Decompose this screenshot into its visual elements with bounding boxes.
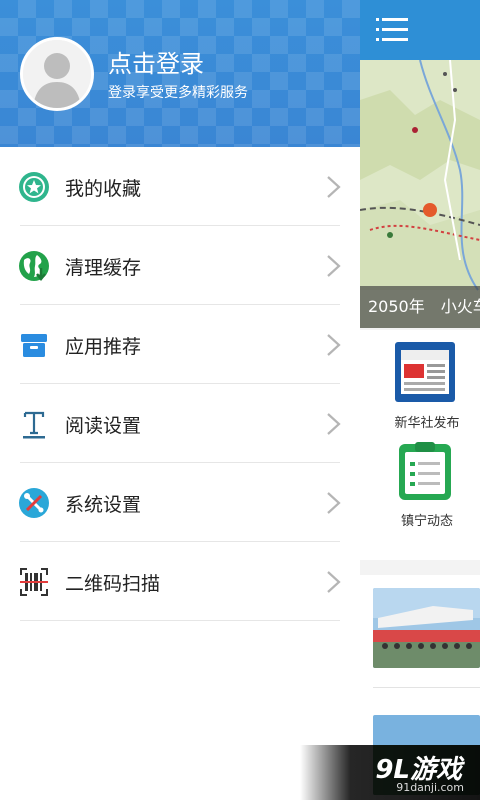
menu-item-label: 二维码扫描: [65, 573, 161, 595]
hamburger-menu-icon[interactable]: [376, 16, 410, 44]
chevron-right-icon: [323, 490, 345, 516]
shortcut-zhenning[interactable]: 镇宁动态: [388, 440, 478, 529]
tools-settings-icon: [18, 487, 50, 519]
menu-item-qr-scan[interactable]: 二维码扫描: [0, 542, 360, 621]
menu-item-reading-settings[interactable]: 阅读设置: [0, 384, 360, 463]
chevron-right-icon: [323, 411, 345, 437]
menu-item-label: 清理缓存: [65, 257, 142, 279]
shortcut-xinhua-label: 新华社发布: [394, 416, 460, 431]
watermark: 9L游戏 91danji.com: [300, 745, 480, 800]
login-title[interactable]: 点击登录: [108, 44, 204, 79]
menu-item-label: 阅读设置: [65, 415, 142, 437]
menu-item-clear-cache[interactable]: 清理缓存: [0, 226, 360, 305]
chevron-right-icon: [323, 174, 345, 200]
shortcut-grid: 新华社发布 镇宁动态: [360, 330, 480, 560]
qr-code-scan-icon: [18, 566, 50, 598]
menu-divider: [20, 620, 340, 621]
menu-item-system-settings[interactable]: 系统设置: [0, 463, 360, 542]
drawer-menu: 我的收藏 清理缓存 应用推荐 阅读设置 系统设置 二维码扫描: [0, 147, 360, 621]
navigation-drawer: 点击登录 登录享受更多精彩服务 我的收藏 清理缓存 应用推荐 阅读设置 系统设置…: [0, 0, 360, 800]
chevron-right-icon: [323, 569, 345, 595]
menu-item-label: 应用推荐: [65, 336, 142, 358]
news-divider: [373, 687, 480, 688]
news-thumbnail[interactable]: [373, 588, 480, 668]
clipboard-icon: [395, 440, 455, 500]
chevron-right-icon: [323, 332, 345, 358]
menu-item-favorites[interactable]: 我的收藏: [0, 147, 360, 226]
watermark-url: 91danji.com: [396, 781, 464, 794]
menu-item-label: 系统设置: [65, 494, 142, 516]
text-format-icon: [18, 408, 50, 440]
background-app-toolbar: [360, 0, 480, 60]
avatar[interactable]: [20, 37, 94, 111]
newspaper-icon: [395, 342, 455, 402]
globe-cleanup-icon: [18, 250, 50, 282]
shortcut-xinhua[interactable]: 新华社发布: [388, 342, 478, 431]
box-apps-icon: [18, 329, 50, 361]
star-favorite-icon: [18, 171, 50, 203]
drawer-header[interactable]: 点击登录 登录享受更多精彩服务: [0, 0, 360, 147]
banner-caption: 2050年 小火车: [360, 286, 480, 328]
login-subtitle: 登录享受更多精彩服务: [108, 85, 248, 101]
menu-item-label: 我的收藏: [65, 178, 142, 200]
shortcut-zhenning-label: 镇宁动态: [400, 514, 453, 529]
chevron-right-icon: [323, 253, 345, 279]
background-app: 2050年 小火车 新华社发布 镇宁动态: [360, 0, 480, 800]
menu-item-app-recommend[interactable]: 应用推荐: [0, 305, 360, 384]
